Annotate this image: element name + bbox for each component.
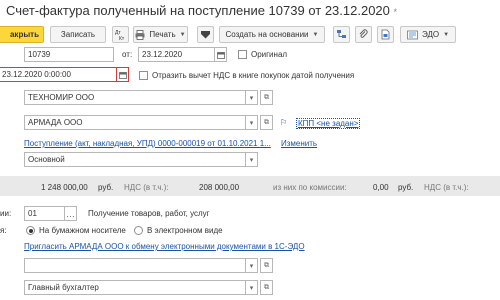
electronic-label: В электронном виде xyxy=(147,226,223,235)
vat-mode-input[interactable]: Основной xyxy=(24,152,246,167)
dt-kt-button[interactable]: Дт Кт xyxy=(112,26,129,43)
page-title: Счет-фактура полученный на поступление 1… xyxy=(6,3,397,18)
chevron-down-icon: ▾ xyxy=(249,284,254,292)
accountant-select-button[interactable]: ▾ xyxy=(245,280,258,295)
op-code-input[interactable]: 01 xyxy=(24,206,65,221)
commission-unit: руб. xyxy=(398,183,414,192)
manager-input[interactable] xyxy=(24,258,246,273)
vat-deduction-label: Отразить вычет НДС в книге покупок датой… xyxy=(152,71,355,80)
edo-button[interactable]: ЭДО ▼ xyxy=(400,26,456,43)
paperclip-icon xyxy=(359,29,368,38)
chevron-down-icon: ▼ xyxy=(443,31,450,38)
chevron-down-icon: ▼ xyxy=(312,31,319,38)
shield-icon xyxy=(201,31,210,39)
original-label: Оригинал xyxy=(251,50,288,59)
date-picker-button[interactable] xyxy=(214,47,227,62)
svg-text:Кт: Кт xyxy=(119,36,125,41)
more-icon: … xyxy=(66,208,75,219)
accountant-input[interactable]: Главный бухгалтер xyxy=(24,280,246,295)
received-date-input[interactable]: 23.12.2020 0:00:00 xyxy=(0,67,117,82)
open-link-icon: ⧉ xyxy=(264,118,269,126)
commission-vat-label: НДС (в т.ч.): xyxy=(424,183,469,192)
counterparty-input[interactable]: ТЕХНОМИР ООО xyxy=(24,90,246,105)
counterparty-select-button[interactable]: ▾ xyxy=(245,90,258,105)
calendar-icon xyxy=(118,71,127,79)
paper-radio[interactable] xyxy=(26,226,35,235)
radio-selected-dot xyxy=(28,228,33,233)
op-code-select-button[interactable]: … xyxy=(64,206,77,221)
printer-icon xyxy=(135,29,145,40)
contract-open-button[interactable]: ⧉ xyxy=(260,115,273,130)
print-label: Печать xyxy=(149,30,176,39)
create-based-on-button[interactable]: Создать на основании ▼ xyxy=(219,26,325,43)
dt-kt-icon: Дт Кт xyxy=(115,30,125,41)
date-input[interactable]: 23.12.2020 xyxy=(138,47,215,62)
edo-label: ЭДО xyxy=(421,30,440,39)
chevron-down-icon: ▾ xyxy=(249,156,254,164)
chevron-down-icon: ▾ xyxy=(249,94,254,102)
op-code-label: ии: xyxy=(0,209,12,218)
paper-label: На бумажном носителе xyxy=(39,226,126,235)
form-label: я: xyxy=(0,226,7,235)
file-button[interactable] xyxy=(377,26,394,43)
vat-mode-select-button[interactable]: ▾ xyxy=(245,152,258,167)
post-and-close-button[interactable]: акрыть xyxy=(0,26,44,43)
structure-button[interactable] xyxy=(333,26,350,43)
chevron-down-icon: ▼ xyxy=(179,31,186,38)
accountant-open-button[interactable]: ⧉ xyxy=(260,280,273,295)
vat-deduction-checkbox[interactable] xyxy=(139,71,148,80)
chevron-down-icon: ▾ xyxy=(249,262,254,270)
commission-label: из них по комиссии: xyxy=(273,183,347,192)
change-link[interactable]: Изменить xyxy=(281,139,317,148)
base-document-link[interactable]: Поступление (акт, накладная, УПД) 0000-0… xyxy=(24,139,271,148)
contract-input[interactable]: АРМАДА ООО xyxy=(24,115,246,130)
original-checkbox[interactable] xyxy=(238,50,247,59)
counterparty-open-button[interactable]: ⧉ xyxy=(260,90,273,105)
invite-edo-link[interactable]: Пригласить АРМАДА ООО к обмену электронн… xyxy=(24,242,305,251)
chevron-down-icon: ▾ xyxy=(249,119,254,127)
edo-status-button[interactable] xyxy=(197,26,214,43)
vat-amount: 208 000,00 xyxy=(199,183,240,192)
number-input[interactable]: 10739 xyxy=(24,47,114,62)
electronic-radio[interactable] xyxy=(134,226,143,235)
received-date-picker-button[interactable] xyxy=(116,67,129,82)
print-button[interactable]: Печать ▼ xyxy=(133,26,188,43)
total-amount: 1 248 000,00 xyxy=(41,183,88,192)
open-link-icon: ⧉ xyxy=(264,261,269,269)
edo-icon xyxy=(407,30,418,39)
attach-button[interactable] xyxy=(355,26,372,43)
manager-select-button[interactable]: ▾ xyxy=(245,258,258,273)
modified-mark: * xyxy=(393,7,398,17)
open-link-icon: ⧉ xyxy=(264,283,269,291)
op-code-description: Получение товаров, работ, услуг xyxy=(88,209,210,218)
kpp-icon: ⚐ xyxy=(280,118,288,127)
kpp-link[interactable]: КПП <не задан> xyxy=(296,118,361,129)
calendar-icon xyxy=(216,51,225,59)
save-button[interactable]: Записать xyxy=(50,26,106,43)
manager-open-button[interactable]: ⧉ xyxy=(260,258,273,273)
contract-select-button[interactable]: ▾ xyxy=(245,115,258,130)
commission-amount: 0,00 xyxy=(373,183,389,192)
total-amount-unit: руб. xyxy=(98,183,114,192)
vat-label: НДС (в т.ч.): xyxy=(124,183,169,192)
open-link-icon: ⧉ xyxy=(264,93,269,101)
create-based-label: Создать на основании xyxy=(225,30,309,39)
structure-icon xyxy=(337,30,346,38)
date-label: от: xyxy=(122,50,133,59)
file-icon xyxy=(381,29,390,40)
document-title: Счет-фактура полученный на поступление 1… xyxy=(6,3,390,18)
